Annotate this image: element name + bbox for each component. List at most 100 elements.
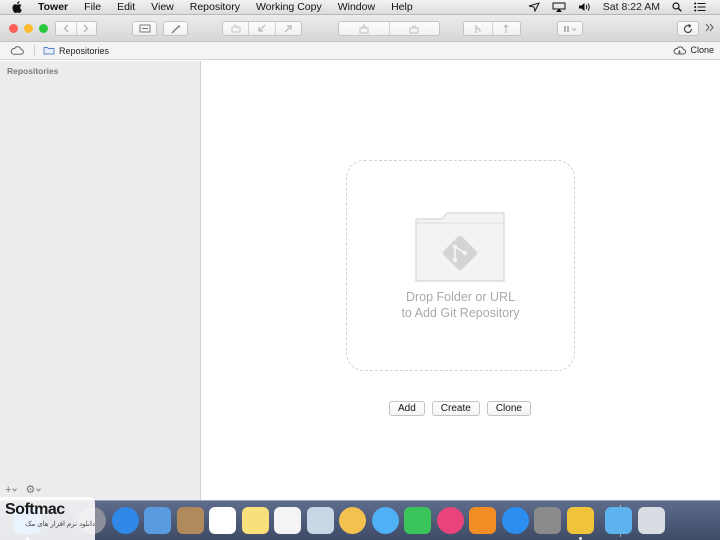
fetch-icon bbox=[231, 24, 241, 33]
chevron-right-icon bbox=[83, 24, 89, 33]
view-options-dropdown[interactable] bbox=[557, 21, 583, 36]
refresh-icon bbox=[683, 23, 693, 33]
remote-actions-group bbox=[222, 21, 302, 36]
services-icon bbox=[139, 24, 150, 33]
pull-button[interactable] bbox=[249, 22, 276, 35]
notes-icon[interactable] bbox=[241, 507, 269, 534]
preview-icon[interactable] bbox=[306, 507, 334, 534]
drop-zone-line-1: Drop Folder or URL bbox=[405, 290, 516, 304]
refresh-button[interactable] bbox=[677, 21, 699, 36]
menu-working-copy[interactable]: Working Copy bbox=[256, 1, 322, 13]
rebase-icon bbox=[503, 23, 509, 33]
contacts-icon[interactable] bbox=[176, 507, 204, 534]
clone-button[interactable]: Clone bbox=[486, 401, 531, 416]
push-arrow-icon bbox=[284, 25, 292, 33]
rebase-button[interactable] bbox=[493, 22, 521, 35]
mail-icon[interactable] bbox=[144, 507, 171, 534]
notification-center-icon[interactable] bbox=[694, 2, 706, 12]
safari-icon[interactable] bbox=[111, 507, 139, 534]
calendar-icon[interactable] bbox=[209, 507, 236, 534]
window-controls bbox=[9, 23, 48, 33]
downloads-folder-icon[interactable] bbox=[605, 507, 632, 534]
pop-stash-button[interactable] bbox=[390, 22, 440, 35]
ibooks-icon[interactable] bbox=[469, 507, 496, 534]
menu-help[interactable]: Help bbox=[391, 1, 413, 13]
clock-text[interactable]: Sat 8:22 AM bbox=[603, 1, 660, 13]
menu-window[interactable]: Window bbox=[338, 1, 375, 13]
history-nav-buttons bbox=[55, 21, 97, 36]
pop-box-icon bbox=[409, 24, 419, 33]
location-icon[interactable] bbox=[528, 2, 540, 12]
tower-window: Repositories Clone Repositories + ⚙ Drop… bbox=[0, 15, 720, 500]
repository-drop-zone[interactable]: Drop Folder or URL to Add Git Repository bbox=[346, 160, 575, 371]
drop-zone-line-2: to Add Git Repository bbox=[401, 306, 520, 320]
toolbar bbox=[0, 15, 720, 42]
add-repository-menu-button[interactable]: + bbox=[5, 483, 18, 496]
merge-button[interactable] bbox=[464, 22, 493, 35]
forward-button[interactable] bbox=[77, 22, 97, 35]
merge-icon bbox=[475, 24, 481, 33]
reminders-icon[interactable] bbox=[274, 507, 301, 534]
push-button[interactable] bbox=[276, 22, 301, 35]
repository-actions: Add Create Clone bbox=[389, 401, 531, 416]
path-bar: Repositories Clone bbox=[0, 42, 720, 60]
zoom-window-button[interactable] bbox=[39, 23, 48, 33]
stash-box-icon bbox=[359, 23, 369, 33]
airplay-icon[interactable] bbox=[552, 2, 566, 12]
fetch-button[interactable] bbox=[223, 22, 250, 35]
sidebar-bottom-bar: + ⚙ bbox=[5, 483, 42, 496]
messages-icon[interactable] bbox=[371, 507, 399, 534]
app-store-icon[interactable] bbox=[501, 507, 529, 534]
tower-icon[interactable] bbox=[566, 507, 594, 534]
facetime-icon[interactable] bbox=[404, 507, 431, 534]
chevron-left-icon bbox=[63, 24, 69, 33]
repositories-breadcrumb[interactable]: Repositories bbox=[43, 46, 109, 56]
stash-group bbox=[338, 21, 440, 36]
spotlight-search-icon[interactable] bbox=[672, 2, 682, 12]
volume-icon[interactable] bbox=[578, 2, 591, 12]
minimize-window-button[interactable] bbox=[24, 23, 33, 33]
sidebar-settings-menu-button[interactable]: ⚙ bbox=[25, 483, 42, 496]
services-cloud-icon[interactable] bbox=[10, 46, 24, 55]
back-button[interactable] bbox=[56, 22, 77, 35]
git-folder-icon bbox=[415, 212, 505, 282]
chevron-down-icon bbox=[12, 487, 18, 492]
chevron-down-icon bbox=[36, 488, 42, 492]
watermark-brand: Softmac bbox=[5, 501, 65, 518]
branch-group bbox=[463, 21, 521, 36]
menu-view[interactable]: View bbox=[151, 1, 174, 13]
watermark-tagline: دانلود نرم افزار های مک bbox=[25, 521, 95, 528]
softmac-watermark: Softmac دانلود نرم افزار های مک bbox=[0, 497, 95, 540]
path-bar-divider bbox=[34, 44, 35, 57]
repositories-breadcrumb-label: Repositories bbox=[59, 45, 110, 56]
repositories-sidebar: Repositories + ⚙ bbox=[0, 61, 201, 500]
add-button[interactable]: Add bbox=[389, 401, 425, 416]
clone-toolbar-button[interactable]: Clone bbox=[673, 45, 714, 55]
apple-menu-icon[interactable] bbox=[12, 1, 24, 13]
plus-icon: + bbox=[5, 483, 12, 496]
menu-file[interactable]: File bbox=[84, 1, 101, 13]
create-button[interactable]: Create bbox=[431, 401, 480, 416]
view-options-icon bbox=[564, 25, 577, 32]
toolbar-overflow-icon[interactable] bbox=[705, 23, 715, 35]
pull-arrow-icon bbox=[258, 24, 266, 32]
photos-icon[interactable] bbox=[339, 507, 366, 534]
menu-app-name[interactable]: Tower bbox=[38, 1, 68, 13]
dock bbox=[0, 500, 720, 540]
repository-folder-icon bbox=[43, 47, 55, 55]
drop-zone-message: Drop Folder or URL to Add Git Repository bbox=[347, 289, 574, 321]
clone-toolbar-label: Clone bbox=[690, 45, 714, 55]
sidebar-heading: Repositories bbox=[7, 66, 59, 76]
magic-wand-icon bbox=[171, 24, 181, 33]
menu-bar: Tower File Edit View Repository Working … bbox=[0, 0, 720, 15]
itunes-icon[interactable] bbox=[436, 507, 464, 534]
close-window-button[interactable] bbox=[9, 23, 18, 33]
stash-button[interactable] bbox=[339, 22, 390, 35]
menu-repository[interactable]: Repository bbox=[190, 1, 240, 13]
quick-actions-button[interactable] bbox=[163, 21, 188, 36]
cloud-icon bbox=[674, 45, 687, 54]
trash-icon[interactable] bbox=[637, 507, 665, 534]
services-button[interactable] bbox=[132, 21, 157, 36]
system-preferences-icon[interactable] bbox=[534, 507, 561, 534]
menu-edit[interactable]: Edit bbox=[117, 1, 135, 13]
